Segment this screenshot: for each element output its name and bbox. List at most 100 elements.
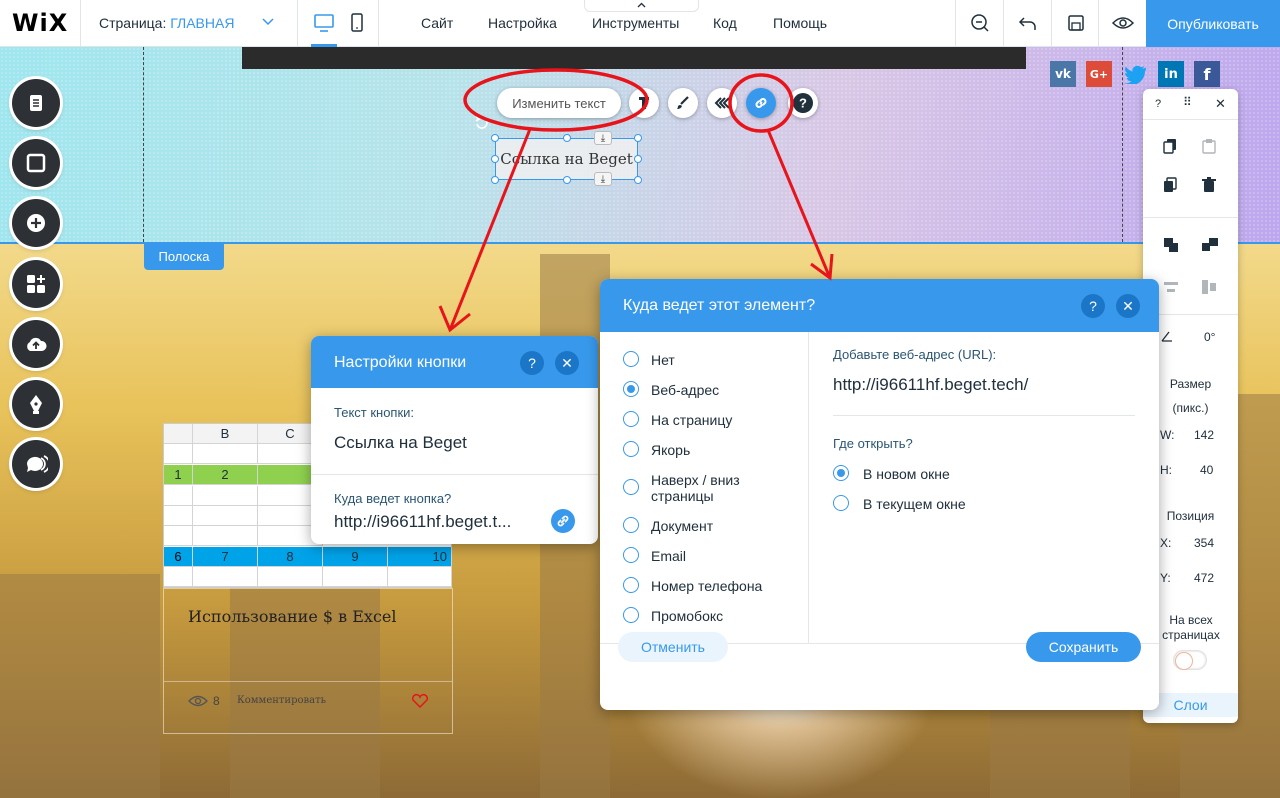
- match-size-icon[interactable]: [1201, 279, 1217, 295]
- save-icon[interactable]: [1051, 0, 1099, 46]
- animation-icon[interactable]: [707, 88, 737, 118]
- blog-post-card[interactable]: Использование $ в Excel 8 Комментировать: [163, 588, 453, 734]
- distribute-icon[interactable]: [1163, 279, 1179, 295]
- radio-promobox[interactable]: [623, 607, 639, 623]
- resize-handle[interactable]: [491, 134, 499, 142]
- mobile-view-icon[interactable]: [344, 10, 370, 36]
- rotate-icon[interactable]: [473, 115, 491, 131]
- radio-phone[interactable]: [623, 577, 639, 593]
- wix-logo[interactable]: WiX: [12, 9, 68, 37]
- chat-icon[interactable]: [12, 440, 60, 488]
- design-icon[interactable]: [629, 88, 659, 118]
- menu-tools[interactable]: Инструменты: [592, 15, 679, 31]
- facebook-icon[interactable]: f: [1194, 61, 1220, 87]
- radio-top-bottom[interactable]: [623, 479, 639, 495]
- align-icon[interactable]: [1201, 237, 1219, 253]
- radio-none[interactable]: [623, 351, 639, 367]
- zoom-out-icon[interactable]: [955, 0, 1003, 46]
- rotation-value[interactable]: 0°: [1204, 330, 1215, 344]
- radio-page[interactable]: [623, 411, 639, 427]
- change-text-button[interactable]: Изменить текст: [497, 88, 621, 118]
- all-pages-toggle[interactable]: [1173, 650, 1207, 670]
- option-page[interactable]: На страницу: [651, 412, 732, 428]
- close-icon[interactable]: ✕: [1215, 96, 1226, 112]
- help-icon[interactable]: ?: [1081, 294, 1105, 318]
- option-current-window[interactable]: В текущем окне: [863, 496, 966, 512]
- drag-handle-icon[interactable]: ⠿: [1183, 95, 1193, 109]
- twitter-icon[interactable]: [1122, 61, 1148, 87]
- option-new-window[interactable]: В новом окне: [863, 466, 950, 482]
- link-icon[interactable]: [746, 88, 776, 118]
- heart-icon[interactable]: [411, 693, 429, 709]
- help-icon[interactable]: ?: [520, 351, 544, 375]
- resize-handle[interactable]: [634, 176, 642, 184]
- menu-site[interactable]: Сайт: [421, 15, 453, 31]
- close-icon[interactable]: ✕: [1116, 294, 1140, 318]
- pages-menu-icon[interactable]: [12, 79, 60, 127]
- add-apps-icon[interactable]: [12, 260, 60, 308]
- menu-settings[interactable]: Настройка: [488, 15, 557, 31]
- resize-handle[interactable]: [491, 176, 499, 184]
- button-text-value[interactable]: Ссылка на Beget: [334, 433, 467, 453]
- desktop-view-icon[interactable]: [311, 10, 337, 47]
- url-input[interactable]: http://i96611hf.beget.tech/: [833, 375, 1028, 395]
- save-button[interactable]: Сохранить: [1026, 632, 1141, 662]
- google-plus-icon[interactable]: G+: [1086, 61, 1112, 87]
- delete-icon[interactable]: [1201, 177, 1217, 193]
- arrange-front-icon[interactable]: [1163, 237, 1179, 253]
- width-value[interactable]: 142: [1194, 428, 1214, 442]
- undo-icon[interactable]: [1003, 0, 1051, 46]
- menu-help[interactable]: Помощь: [773, 15, 827, 31]
- linkedin-icon[interactable]: in: [1158, 61, 1184, 87]
- radio-new-window[interactable]: [833, 465, 849, 481]
- resize-handle[interactable]: [563, 176, 571, 184]
- page-selector[interactable]: Страница: ГЛАВНАЯ: [80, 0, 298, 46]
- resize-handle[interactable]: [563, 134, 571, 142]
- resize-handle[interactable]: [634, 134, 642, 142]
- stretch-icon[interactable]: ⤓: [594, 131, 612, 145]
- y-value[interactable]: 472: [1194, 571, 1214, 585]
- help-icon[interactable]: ?: [788, 88, 818, 118]
- cancel-button[interactable]: Отменить: [618, 632, 728, 662]
- stretch-icon[interactable]: ⤓: [594, 172, 612, 186]
- blog-pen-icon[interactable]: [12, 380, 60, 428]
- option-promobox[interactable]: Промобокс: [651, 608, 723, 624]
- link-icon[interactable]: [551, 509, 575, 533]
- collapse-toolbar-tab[interactable]: [584, 0, 699, 12]
- option-top-bottom[interactable]: Наверх / вниз страницы: [651, 472, 761, 504]
- vk-icon[interactable]: vk: [1050, 61, 1076, 87]
- option-phone[interactable]: Номер телефона: [651, 578, 762, 594]
- cell: 6: [164, 547, 193, 567]
- comment-link[interactable]: Комментировать: [237, 695, 326, 706]
- selected-link-button[interactable]: Ссылка на Beget: [495, 138, 638, 180]
- option-none[interactable]: Нет: [651, 352, 675, 368]
- radio-current-window[interactable]: [833, 495, 849, 511]
- paste-icon[interactable]: [1201, 138, 1217, 154]
- radio-document[interactable]: [623, 517, 639, 533]
- height-value[interactable]: 40: [1200, 463, 1213, 477]
- option-email[interactable]: Email: [651, 548, 686, 564]
- button-link-value[interactable]: http://i96611hf.beget.t...: [334, 512, 511, 532]
- menu-code[interactable]: Код: [713, 15, 737, 31]
- upload-media-icon[interactable]: [12, 320, 60, 368]
- resize-handle[interactable]: [634, 155, 642, 163]
- radio-web-address[interactable]: [623, 381, 639, 397]
- close-icon[interactable]: ✕: [555, 351, 579, 375]
- x-value[interactable]: 354: [1194, 536, 1214, 550]
- radio-anchor[interactable]: [623, 441, 639, 457]
- panel-help-icon[interactable]: ?: [1155, 98, 1161, 110]
- brush-icon[interactable]: [668, 88, 698, 118]
- strip-label[interactable]: Полоска: [144, 242, 224, 270]
- option-web-address[interactable]: Веб-адрес: [651, 382, 719, 398]
- add-element-icon[interactable]: [12, 199, 60, 247]
- background-icon[interactable]: [12, 139, 60, 187]
- option-document[interactable]: Документ: [651, 518, 713, 534]
- option-anchor[interactable]: Якорь: [651, 442, 690, 458]
- duplicate-icon[interactable]: [1163, 177, 1179, 193]
- preview-icon[interactable]: [1098, 0, 1146, 46]
- resize-handle[interactable]: [491, 155, 499, 163]
- radio-email[interactable]: [623, 547, 639, 563]
- blog-post-title[interactable]: Использование $ в Excel: [188, 607, 396, 626]
- copy-icon[interactable]: [1163, 138, 1179, 154]
- publish-button[interactable]: Опубликовать: [1146, 0, 1280, 47]
